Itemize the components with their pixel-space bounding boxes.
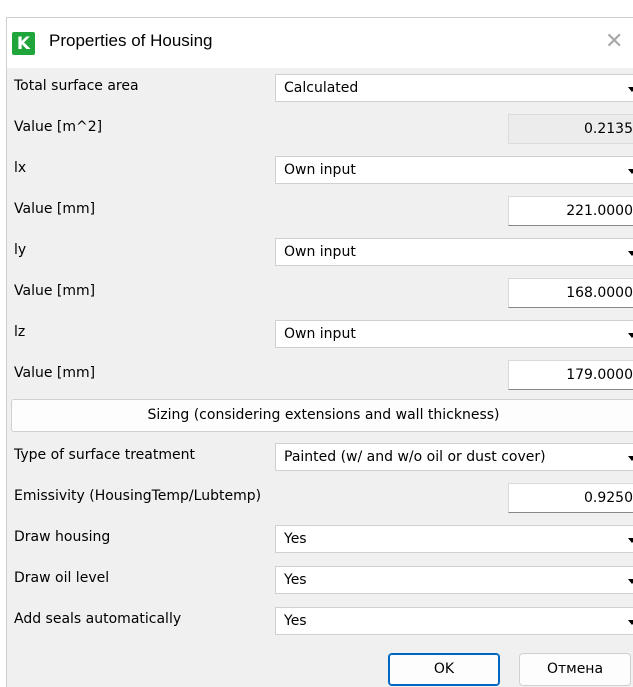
row-area-value: Value [m^2] 0.2135 — [7, 109, 633, 150]
surface-treatment-value: Painted (w/ and w/o oil or dust cover) — [284, 449, 546, 465]
emissivity-input[interactable]: 0.9250 — [508, 483, 633, 513]
chevron-down-icon — [628, 169, 633, 174]
row-lz: lz Own input — [7, 314, 633, 355]
sizing-button[interactable]: Sizing (considering extensions and wall … — [11, 399, 633, 432]
lx-select[interactable]: Own input — [275, 156, 633, 184]
ok-button[interactable]: OK — [388, 653, 500, 686]
row-lx: lx Own input — [7, 150, 633, 191]
row-ly: ly Own input — [7, 232, 633, 273]
draw-housing-select[interactable]: Yes — [275, 525, 633, 553]
surface-treatment-label: Type of surface treatment — [14, 447, 195, 463]
lx-value-text: 221.0000 — [566, 203, 633, 219]
chevron-down-icon — [628, 538, 633, 543]
lx-select-value: Own input — [284, 162, 356, 178]
row-draw-oil-level: Draw oil level Yes — [7, 560, 633, 601]
area-value-label: Value [m^2] — [14, 119, 103, 135]
lz-label: lz — [14, 324, 26, 340]
emissivity-label: Emissivity (HousingTemp/Lubtemp) — [14, 488, 262, 504]
chevron-down-icon — [628, 456, 633, 461]
lz-select[interactable]: Own input — [275, 320, 633, 348]
ly-label: ly — [14, 242, 27, 258]
row-draw-housing: Draw housing Yes — [7, 519, 633, 560]
cancel-button[interactable]: Отмена — [519, 653, 631, 686]
chevron-down-icon — [628, 579, 633, 584]
row-lx-value: Value [mm] 221.0000 — [7, 191, 633, 232]
title-bar[interactable]: K Properties of Housing ✕ — [7, 18, 633, 68]
total-surface-area-label: Total surface area — [14, 78, 139, 94]
chevron-down-icon — [628, 87, 633, 92]
lx-label: lx — [14, 160, 27, 176]
ly-select[interactable]: Own input — [275, 238, 633, 266]
add-seals-label: Add seals automatically — [14, 611, 182, 627]
ly-select-value: Own input — [284, 244, 356, 260]
row-ly-value: Value [mm] 168.0000 — [7, 273, 633, 314]
draw-oil-level-select[interactable]: Yes — [275, 566, 633, 594]
emissivity-value: 0.9250 — [584, 490, 633, 506]
chevron-down-icon — [628, 620, 633, 625]
chevron-down-icon — [628, 251, 633, 256]
add-seals-value: Yes — [284, 613, 307, 629]
lz-value-label: Value [mm] — [14, 365, 96, 381]
properties-dialog: K Properties of Housing ✕ Total surface … — [6, 17, 633, 687]
lz-value-text: 179.0000 — [566, 367, 633, 383]
row-total-surface-area: Total surface area Calculated — [7, 68, 633, 109]
lx-value-input[interactable]: 221.0000 — [508, 196, 633, 226]
draw-oil-level-value: Yes — [284, 572, 307, 588]
row-lz-value: Value [mm] 179.0000 — [7, 355, 633, 396]
ly-value-text: 168.0000 — [566, 285, 633, 301]
lx-value-label: Value [mm] — [14, 201, 96, 217]
ly-value-label: Value [mm] — [14, 283, 96, 299]
draw-housing-label: Draw housing — [14, 529, 111, 545]
app-logo-icon: K — [12, 32, 35, 55]
add-seals-select[interactable]: Yes — [275, 607, 633, 635]
ly-value-input[interactable]: 168.0000 — [508, 278, 633, 308]
area-value-text: 0.2135 — [584, 121, 633, 137]
window-title: Properties of Housing — [49, 31, 213, 50]
draw-oil-level-label: Draw oil level — [14, 570, 110, 586]
draw-housing-value: Yes — [284, 531, 307, 547]
total-surface-area-value: Calculated — [284, 80, 359, 96]
chevron-down-icon — [628, 333, 633, 338]
row-add-seals: Add seals automatically Yes — [7, 601, 633, 642]
row-sizing: Sizing (considering extensions and wall … — [7, 396, 633, 437]
total-surface-area-select[interactable]: Calculated — [275, 74, 633, 102]
row-emissivity: Emissivity (HousingTemp/Lubtemp) 0.9250 — [7, 478, 633, 519]
close-icon[interactable]: ✕ — [605, 29, 623, 54]
row-surface-treatment: Type of surface treatment Painted (w/ an… — [7, 437, 633, 478]
surface-treatment-select[interactable]: Painted (w/ and w/o oil or dust cover) — [275, 443, 633, 471]
area-value-field: 0.2135 — [508, 114, 633, 144]
lz-select-value: Own input — [284, 326, 356, 342]
lz-value-input[interactable]: 179.0000 — [508, 360, 633, 390]
